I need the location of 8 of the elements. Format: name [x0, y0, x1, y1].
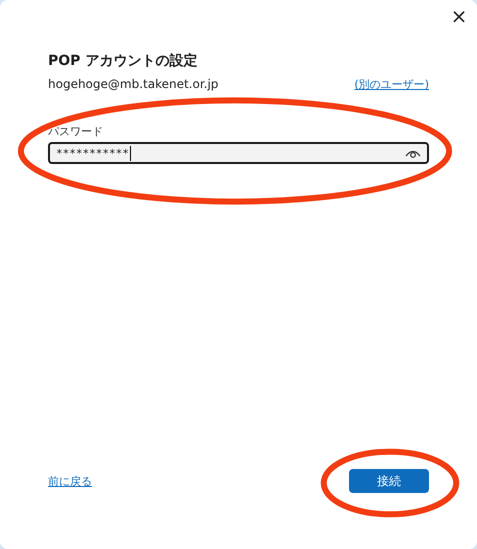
connect-button[interactable]: 接続 — [349, 469, 429, 493]
switch-user-link[interactable]: (別のユーザー) — [354, 77, 429, 92]
close-button[interactable]: × — [447, 4, 471, 28]
password-label: パスワード — [48, 124, 104, 139]
email-address: hogehoge@mb.takenet.or.jp — [48, 77, 218, 92]
dialog-title: POP アカウントの設定 — [48, 52, 198, 70]
back-link[interactable]: 前に戻る — [48, 474, 92, 488]
password-field[interactable]: *********** — [48, 142, 429, 164]
